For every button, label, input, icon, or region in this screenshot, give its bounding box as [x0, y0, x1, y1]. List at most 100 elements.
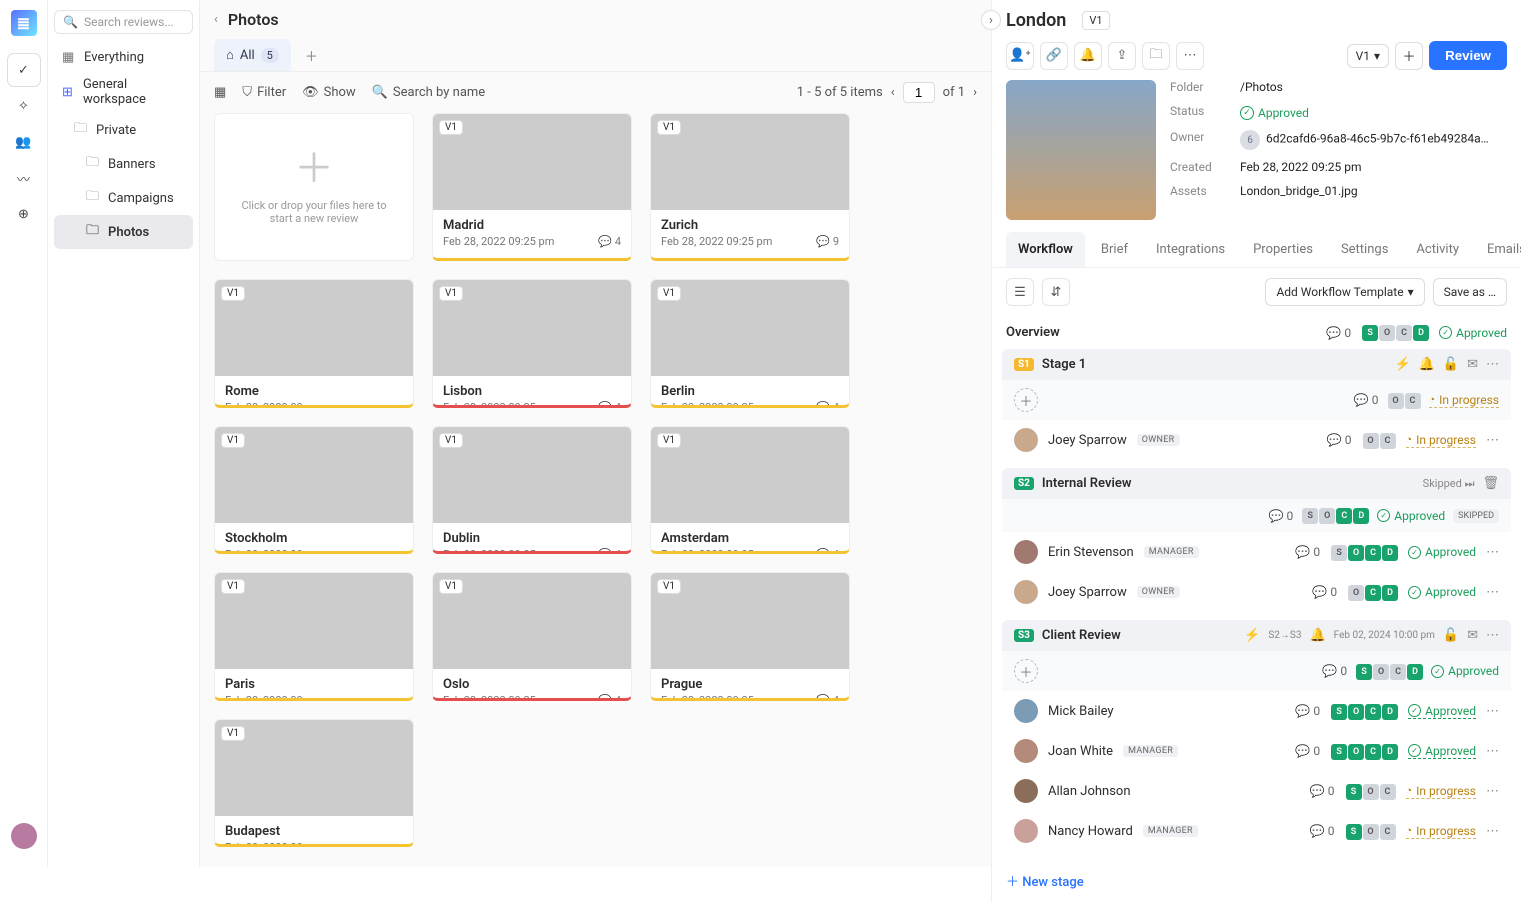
- filter-button[interactable]: ⛉Filter: [242, 85, 286, 100]
- asset-link[interactable]: London_bridge_01.jpg: [1240, 184, 1507, 198]
- review-button[interactable]: Review: [1429, 41, 1507, 70]
- more-icon[interactable]: ⋯: [1486, 824, 1499, 839]
- photo-card[interactable]: V1BudapestFeb 28, 2022 09:…: [214, 719, 414, 848]
- nav-everything[interactable]: ▦Everything: [54, 44, 193, 71]
- detail-panel: London V1 👤⁺ 🔗 🔔 ⇪ 🗀 ⋯ V1▾ ＋ Review Fold…: [991, 0, 1521, 902]
- more-icon[interactable]: ⋯: [1486, 433, 1499, 448]
- tab-integrations[interactable]: Integrations: [1144, 232, 1237, 267]
- home-icon: ⌂: [226, 47, 234, 63]
- user-avatar[interactable]: [11, 823, 37, 849]
- photo-card[interactable]: V1ParisFeb 28, 2022 09:…: [214, 572, 414, 701]
- avatar: [1014, 739, 1038, 763]
- stage-2: S2 Internal Review Skipped ⏭ 🗑 💬0 SOCD A…: [1002, 468, 1511, 612]
- search-icon: 🔍: [63, 15, 78, 29]
- rail-people-icon[interactable]: 👥: [8, 126, 40, 158]
- photo-card[interactable]: V1RomeFeb 28, 2022 09:…: [214, 279, 414, 408]
- panel-title: London: [1006, 10, 1066, 31]
- photo-card[interactable]: V1DublinFeb 28, 2022 09:25 pm💬4: [432, 426, 632, 555]
- nav-private[interactable]: 🗀Private: [54, 113, 193, 147]
- search-input[interactable]: 🔍 Search reviews...: [54, 10, 193, 34]
- flow-view-icon[interactable]: ⇵: [1042, 278, 1070, 306]
- folder-move-icon[interactable]: 🗀: [1142, 42, 1170, 70]
- more-icon[interactable]: ⋯: [1486, 704, 1499, 719]
- mail-icon[interactable]: ✉: [1467, 357, 1478, 372]
- lock-icon[interactable]: 🔓: [1443, 628, 1459, 643]
- main-area: ‹ Photos ⌂ All 5 ＋ ▦ ⛉Filter 👁Show 🔍Sear…: [200, 0, 991, 867]
- add-tab-icon[interactable]: ＋: [299, 40, 324, 71]
- pager-next-icon[interactable]: ›: [973, 85, 977, 100]
- view-grid-icon[interactable]: ▦: [214, 85, 226, 100]
- chevron-down-icon: ▾: [1408, 285, 1414, 299]
- nav-banners[interactable]: 🗀Banners: [54, 147, 193, 181]
- nav-campaigns[interactable]: 🗀Campaigns: [54, 181, 193, 215]
- folder-icon: 🗀: [86, 153, 100, 175]
- more-icon[interactable]: ⋯: [1486, 744, 1499, 759]
- bell-icon[interactable]: 🔔: [1074, 42, 1102, 70]
- reviewer-row: Joan White MANAGER 💬0 SOCD Approved ⋯: [1002, 731, 1511, 771]
- tab-properties[interactable]: Properties: [1241, 232, 1325, 267]
- photo-card[interactable]: V1BerlinFeb 28, 2022 09:25 pm💬4: [650, 279, 850, 408]
- comment-icon: 💬: [1310, 824, 1325, 838]
- mail-icon[interactable]: ✉: [1467, 628, 1478, 643]
- tab-settings[interactable]: Settings: [1329, 232, 1400, 267]
- save-as-button[interactable]: Save as …: [1433, 278, 1507, 306]
- add-reviewer-button[interactable]: ＋: [1014, 659, 1038, 683]
- pager-page-input[interactable]: [903, 82, 935, 103]
- nav-workspace[interactable]: ⊞General workspace: [54, 71, 193, 113]
- rail-analytics-icon[interactable]: 〰: [8, 162, 40, 194]
- tab-brief[interactable]: Brief: [1089, 232, 1140, 267]
- new-stage-button[interactable]: ＋ New stage: [992, 859, 1521, 902]
- back-icon[interactable]: ‹: [214, 12, 218, 27]
- add-reviewer-button[interactable]: ＋: [1014, 388, 1038, 412]
- photo-card[interactable]: V1PragueFeb 28, 2022 09:25 pm💬4: [650, 572, 850, 701]
- nav-photos[interactable]: 🗀Photos: [54, 215, 193, 249]
- list-view-icon[interactable]: ☰: [1006, 278, 1034, 306]
- comment-icon: 💬: [1354, 393, 1369, 407]
- add-template-button[interactable]: Add Workflow Template▾: [1265, 278, 1424, 306]
- more-icon[interactable]: ⋯: [1486, 628, 1499, 643]
- tab-all[interactable]: ⌂ All 5: [214, 39, 291, 71]
- tab-activity[interactable]: Activity: [1404, 232, 1471, 267]
- export-icon[interactable]: ⇪: [1108, 42, 1136, 70]
- stage-3: S3 Client Review ⚡ S2→S3 🔔 Feb 02, 2024 …: [1002, 620, 1511, 851]
- more-icon[interactable]: ⋯: [1486, 585, 1499, 600]
- app-logo[interactable]: ≣: [11, 10, 37, 36]
- add-user-icon[interactable]: 👤⁺: [1006, 42, 1034, 70]
- bolt-icon[interactable]: ⚡: [1395, 357, 1411, 372]
- plus-icon: ＋: [294, 149, 334, 189]
- reviewer-row: Nancy Howard MANAGER 💬0 SOC In progress …: [1002, 811, 1511, 851]
- pager-prev-icon[interactable]: ‹: [891, 85, 895, 100]
- rail-add-icon[interactable]: ⊕: [8, 198, 40, 230]
- more-icon[interactable]: ⋯: [1176, 42, 1204, 70]
- rail-sparkle-icon[interactable]: ✧: [8, 90, 40, 122]
- photo-card[interactable]: V1AmsterdamFeb 28, 2022 09:25 pm💬4: [650, 426, 850, 555]
- tab-emails[interactable]: Emails: [1475, 232, 1521, 267]
- search-by-name[interactable]: 🔍Search by name: [372, 85, 486, 100]
- photo-card[interactable]: V1StockholmFeb 28, 2022 09:…: [214, 426, 414, 555]
- folder-path[interactable]: /Photos: [1240, 80, 1507, 94]
- more-icon[interactable]: ⋯: [1486, 545, 1499, 560]
- add-version-button[interactable]: ＋: [1395, 42, 1423, 70]
- photo-card[interactable]: V1ZurichFeb 28, 2022 09:25 pm💬9: [650, 113, 850, 261]
- version-select[interactable]: V1▾: [1347, 44, 1389, 68]
- more-icon[interactable]: ⋯: [1486, 357, 1499, 372]
- trash-icon[interactable]: 🗑: [1482, 476, 1499, 491]
- filter-icon: ⛉: [242, 85, 252, 100]
- upload-dropzone[interactable]: ＋ Click or drop your files here to start…: [214, 113, 414, 261]
- bell-icon[interactable]: 🔔: [1419, 357, 1435, 372]
- comment-icon: 💬: [1295, 704, 1310, 718]
- lock-icon[interactable]: 🔓: [1443, 357, 1459, 372]
- more-icon[interactable]: ⋯: [1486, 784, 1499, 799]
- comment-icon: 💬: [598, 694, 612, 701]
- bolt-icon[interactable]: ⚡: [1244, 628, 1260, 643]
- photo-card[interactable]: V1MadridFeb 28, 2022 09:25 pm💬4: [432, 113, 632, 261]
- show-button[interactable]: 👁Show: [302, 85, 356, 100]
- owner-avatar: 6: [1240, 130, 1260, 150]
- collapse-panel-icon[interactable]: ›: [981, 10, 1001, 30]
- rail-check-icon[interactable]: ✓: [8, 54, 40, 86]
- link-icon[interactable]: 🔗: [1040, 42, 1068, 70]
- tab-workflow[interactable]: Workflow: [1006, 232, 1085, 267]
- preview-thumbnail[interactable]: [1006, 80, 1156, 220]
- photo-card[interactable]: V1LisbonFeb 28, 2022 09:25 pm💬4: [432, 279, 632, 408]
- photo-card[interactable]: V1OsloFeb 28, 2022 09:25 pm💬4: [432, 572, 632, 701]
